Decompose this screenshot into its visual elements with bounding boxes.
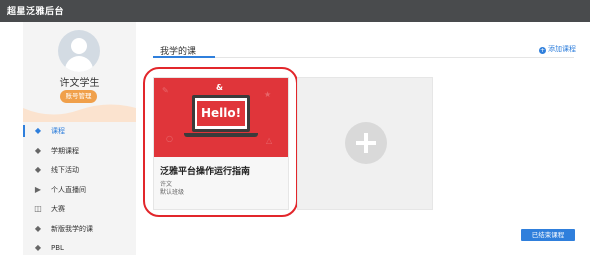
top-bar: 超星泛雅后台 bbox=[0, 0, 590, 22]
sidebar-item-semester-courses[interactable]: ◆ 学期课程 bbox=[23, 142, 136, 162]
add-course-card[interactable] bbox=[297, 77, 433, 210]
play-circle-icon: ▶ bbox=[34, 184, 42, 194]
tab-divider bbox=[153, 57, 574, 58]
cap-icon: ◆ bbox=[34, 165, 42, 174]
cap-icon: ◆ bbox=[34, 223, 42, 233]
sidebar-item-competition[interactable]: ◫ 大赛 bbox=[23, 200, 136, 220]
sidebar-item-new-my-courses[interactable]: ◆ 新版我学的课 bbox=[23, 220, 136, 240]
sidebar-item-label: 课程 bbox=[51, 127, 65, 135]
sidebar-item-pbl[interactable]: ◆ PBL bbox=[23, 239, 136, 259]
avatar[interactable] bbox=[58, 30, 100, 72]
book-icon: ◫ bbox=[34, 204, 42, 213]
sidebar-item-courses[interactable]: ◆ 课程 bbox=[23, 122, 136, 142]
sidebar-item-label: 学期课程 bbox=[51, 146, 79, 155]
sidebar-item-live-room[interactable]: ▶ 个人直播间 bbox=[23, 181, 136, 201]
sidebar-item-label: 个人直播间 bbox=[51, 185, 86, 194]
profile-wave-decoration bbox=[23, 104, 136, 122]
avatar-head-shape bbox=[71, 38, 87, 54]
add-course-label: 添加课程 bbox=[548, 45, 576, 53]
sidebar-nav: ◆ 课程 ◆ 学期课程 ◆ 线下活动 ▶ 个人直播间 ◫ 大赛 ◆ 新版我学的课… bbox=[23, 122, 136, 259]
sidebar-item-label: 大赛 bbox=[51, 205, 65, 213]
highlight-annotation bbox=[143, 67, 298, 217]
sidebar-item-label: 线下活动 bbox=[51, 166, 79, 174]
sidebar-item-offline-activities[interactable]: ◆ 线下活动 bbox=[23, 161, 136, 181]
cap-icon: ◆ bbox=[34, 243, 42, 252]
account-management-button[interactable]: 账号管理 bbox=[60, 90, 97, 103]
sidebar-item-label: PBL bbox=[51, 244, 64, 252]
avatar-body-shape bbox=[65, 56, 93, 72]
cap-icon: ◆ bbox=[34, 126, 42, 135]
plus-circle-icon: + bbox=[539, 47, 546, 54]
user-name: 许文学生 bbox=[59, 78, 100, 89]
plus-icon bbox=[345, 122, 387, 164]
app-title: 超星泛雅后台 bbox=[7, 7, 65, 17]
sidebar: 许文学生 账号管理 ◆ 课程 ◆ 学期课程 ◆ 线下活动 ▶ 个人直播间 ◫ 大… bbox=[23, 22, 136, 255]
cap-icon: ◆ bbox=[34, 145, 42, 155]
sidebar-item-label: 新版我学的课 bbox=[51, 224, 93, 233]
add-course-button[interactable]: + 添加课程 bbox=[539, 44, 576, 54]
tab-active-underline bbox=[153, 56, 215, 58]
finished-courses-button[interactable]: 已结束课程 bbox=[521, 229, 575, 241]
